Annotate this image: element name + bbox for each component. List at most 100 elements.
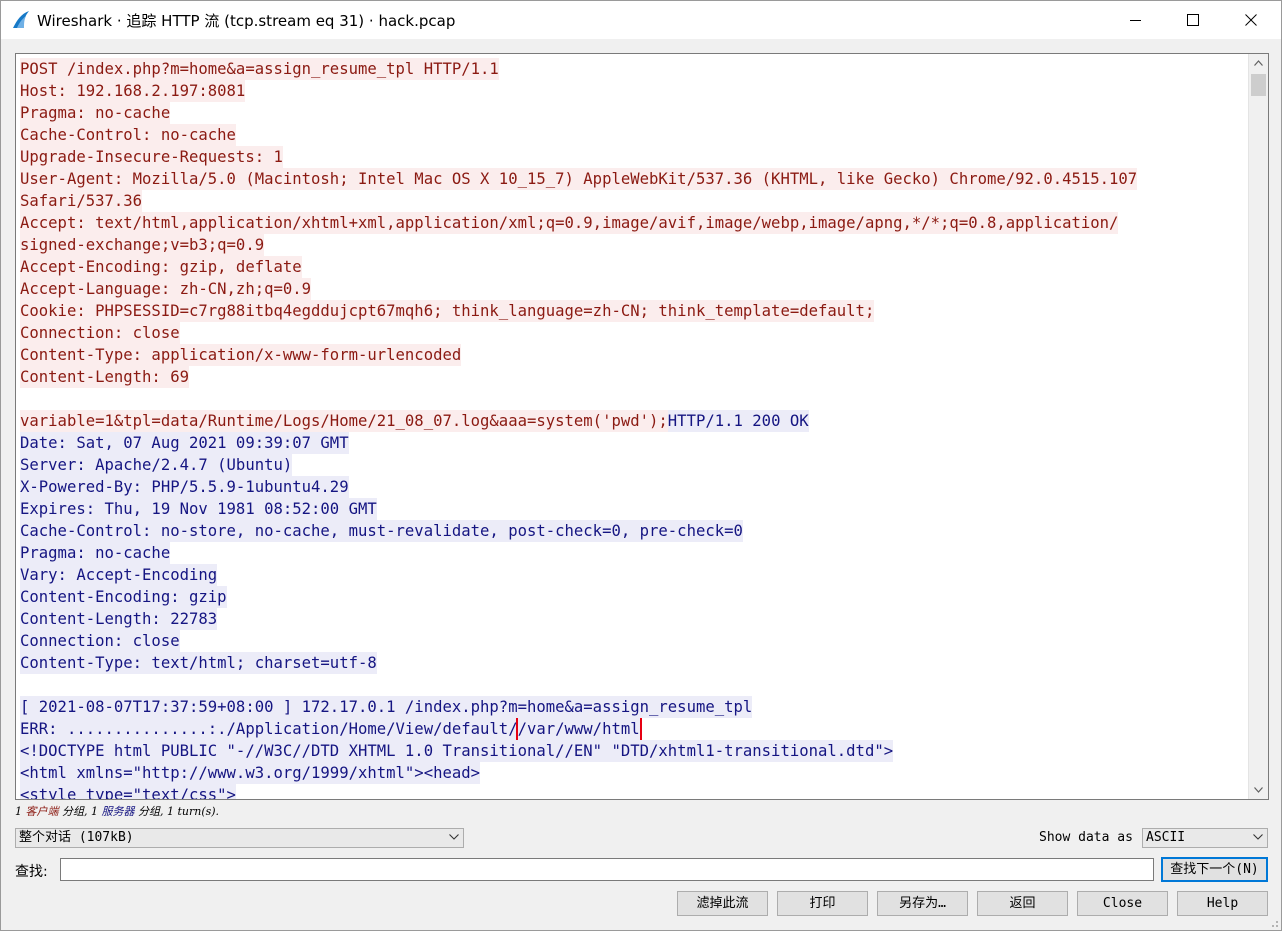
stream-line: Server: Apache/2.4.7 (Ubuntu) (20, 454, 1246, 476)
server-text: ERR: ...............:./Application/Home/… (20, 718, 518, 740)
stream-line: signed-exchange;v=b3;q=0.9 (20, 234, 1246, 256)
stats-prefix: 1 (15, 805, 26, 818)
minimize-icon (1130, 20, 1141, 21)
close-button[interactable]: Close (1077, 891, 1168, 916)
stream-content-view[interactable]: POST /index.php?m=home&a=assign_resume_t… (15, 53, 1269, 800)
stream-line (20, 674, 1246, 696)
stream-line: ERR: ...............:./Application/Home/… (20, 718, 1246, 740)
show-data-as-select[interactable]: ASCII (1142, 828, 1268, 848)
stream-line: Vary: Accept-Encoding (20, 564, 1246, 586)
highlighted-output: /var/www/html (515, 718, 642, 740)
stream-line: X-Powered-By: PHP/5.5.9-1ubuntu4.29 (20, 476, 1246, 498)
server-text: <html xmlns="http://www.w3.org/1999/xhtm… (20, 762, 481, 784)
stream-line: Safari/537.36 (20, 190, 1246, 212)
resize-grip-icon[interactable] (1269, 918, 1279, 928)
stream-line: Connection: close (20, 322, 1246, 344)
server-text: Content-Encoding: gzip (20, 586, 227, 608)
minimize-button[interactable] (1107, 1, 1165, 39)
client-text: signed-exchange;v=b3;q=0.9 (20, 234, 265, 256)
server-text: Vary: Accept-Encoding (20, 564, 218, 586)
help-button[interactable]: Help (1177, 891, 1268, 916)
client-text: Accept-Encoding: gzip, deflate (20, 256, 302, 278)
stats-server-label: 服务器 (101, 805, 135, 818)
stream-line: Host: 192.168.2.197:8081 (20, 80, 1246, 102)
stats-client-label: 客户端 (25, 805, 59, 818)
chevron-down-icon (1253, 834, 1263, 840)
scroll-down-button[interactable] (1249, 781, 1268, 799)
stream-line: Cache-Control: no-cache (20, 124, 1246, 146)
stream-line: Connection: close (20, 630, 1246, 652)
client-text: Cookie: PHPSESSID=c7rg88itbq4egddujcpt67… (20, 300, 875, 322)
follow-http-stream-window: Wireshark · 追踪 HTTP 流 (tcp.stream eq 31)… (0, 0, 1282, 931)
server-text: <style type="text/css"> (20, 784, 236, 799)
stream-line: Cookie: PHPSESSID=c7rg88itbq4egddujcpt67… (20, 300, 1246, 322)
server-text: Connection: close (20, 630, 180, 652)
back-button[interactable]: 返回 (977, 891, 1068, 916)
client-text: Accept: text/html,application/xhtml+xml,… (20, 212, 1119, 234)
scroll-up-button[interactable] (1249, 54, 1268, 72)
title-bar[interactable]: Wireshark · 追踪 HTTP 流 (tcp.stream eq 31)… (1, 1, 1281, 39)
server-text: Cache-Control: no-store, no-cache, must-… (20, 520, 743, 542)
chevron-down-icon (449, 834, 459, 840)
stream-line: <style type="text/css"> (20, 784, 1246, 799)
close-window-button[interactable] (1222, 1, 1280, 39)
show-data-as-value: ASCII (1146, 830, 1186, 845)
filter-out-stream-button[interactable]: 滤掉此流 (677, 891, 768, 916)
server-text: HTTP/1.1 200 OK (667, 410, 809, 432)
server-text: Expires: Thu, 19 Nov 1981 08:52:00 GMT (20, 498, 377, 520)
stream-line: <!DOCTYPE html PUBLIC "-//W3C//DTD XHTML… (20, 740, 1246, 762)
stats-middle: 分组, 1 (58, 805, 102, 818)
maximize-icon (1187, 14, 1199, 26)
stream-line: Date: Sat, 07 Aug 2021 09:39:07 GMT (20, 432, 1246, 454)
stats-suffix: 分组, 1 turn(s). (134, 805, 220, 818)
chevron-up-icon (1254, 60, 1263, 66)
show-data-as-label: Show data as (1039, 830, 1133, 845)
conversation-select[interactable]: 整个对话 (107kB) (15, 828, 464, 848)
maximize-button[interactable] (1164, 1, 1222, 39)
client-text: variable=1&tpl=data/Runtime/Logs/Home/21… (20, 410, 668, 432)
window-title: Wireshark · 追踪 HTTP 流 (tcp.stream eq 31)… (37, 12, 456, 30)
stream-line: POST /index.php?m=home&a=assign_resume_t… (20, 58, 1246, 80)
client-text: Safari/537.36 (20, 190, 143, 212)
stream-line: Pragma: no-cache (20, 542, 1246, 564)
stream-line: Cache-Control: no-store, no-cache, must-… (20, 520, 1246, 542)
client-text: Upgrade-Insecure-Requests: 1 (20, 146, 283, 168)
print-button[interactable]: 打印 (777, 891, 868, 916)
server-text: Date: Sat, 07 Aug 2021 09:39:07 GMT (20, 432, 349, 454)
find-label: 查找: (15, 864, 48, 880)
client-text: Content-Length: 69 (20, 366, 189, 388)
stream-line: [ 2021-08-07T17:37:59+08:00 ] 172.17.0.1… (20, 696, 1246, 718)
save-as-button[interactable]: 另存为… (877, 891, 968, 916)
client-text: Host: 192.168.2.197:8081 (20, 80, 246, 102)
server-text: Content-Type: text/html; charset=utf-8 (20, 652, 377, 674)
stream-line (20, 388, 1246, 410)
stream-line: Accept: text/html,application/xhtml+xml,… (20, 212, 1246, 234)
find-next-button[interactable]: 查找下一个(N) (1161, 857, 1268, 882)
find-input[interactable] (60, 858, 1154, 881)
server-text: Content-Length: 22783 (20, 608, 218, 630)
server-text: <!DOCTYPE html PUBLIC "-//W3C//DTD XHTML… (20, 740, 894, 762)
close-icon (1245, 14, 1257, 26)
wireshark-fin-icon (11, 10, 31, 30)
stream-line: Upgrade-Insecure-Requests: 1 (20, 146, 1246, 168)
client-text: User-Agent: Mozilla/5.0 (Macintosh; Inte… (20, 168, 1138, 190)
client-text: Pragma: no-cache (20, 102, 171, 124)
stream-line: Accept-Encoding: gzip, deflate (20, 256, 1246, 278)
stream-line: Accept-Language: zh-CN,zh;q=0.9 (20, 278, 1246, 300)
client-text: Connection: close (20, 322, 180, 344)
vertical-scrollbar[interactable] (1248, 54, 1268, 799)
client-text: POST /index.php?m=home&a=assign_resume_t… (20, 58, 499, 80)
stream-line: Expires: Thu, 19 Nov 1981 08:52:00 GMT (20, 498, 1246, 520)
stream-line: Content-Encoding: gzip (20, 586, 1246, 608)
stream-line: User-Agent: Mozilla/5.0 (Macintosh; Inte… (20, 168, 1246, 190)
client-text: Content-Type: application/x-www-form-url… (20, 344, 462, 366)
client-text: Cache-Control: no-cache (20, 124, 236, 146)
scrollbar-thumb[interactable] (1251, 74, 1266, 96)
server-text: X-Powered-By: PHP/5.5.9-1ubuntu4.29 (20, 476, 349, 498)
server-text: [ 2021-08-07T17:37:59+08:00 ] 172.17.0.1… (20, 696, 753, 718)
stream-line: Pragma: no-cache (20, 102, 1246, 124)
stream-line: Content-Type: text/html; charset=utf-8 (20, 652, 1246, 674)
client-text: Accept-Language: zh-CN,zh;q=0.9 (20, 278, 312, 300)
server-text: Server: Apache/2.4.7 (Ubuntu) (20, 454, 293, 476)
stream-stats: 1 客户端 分组, 1 服务器 分组, 1 turn(s). (15, 803, 219, 819)
